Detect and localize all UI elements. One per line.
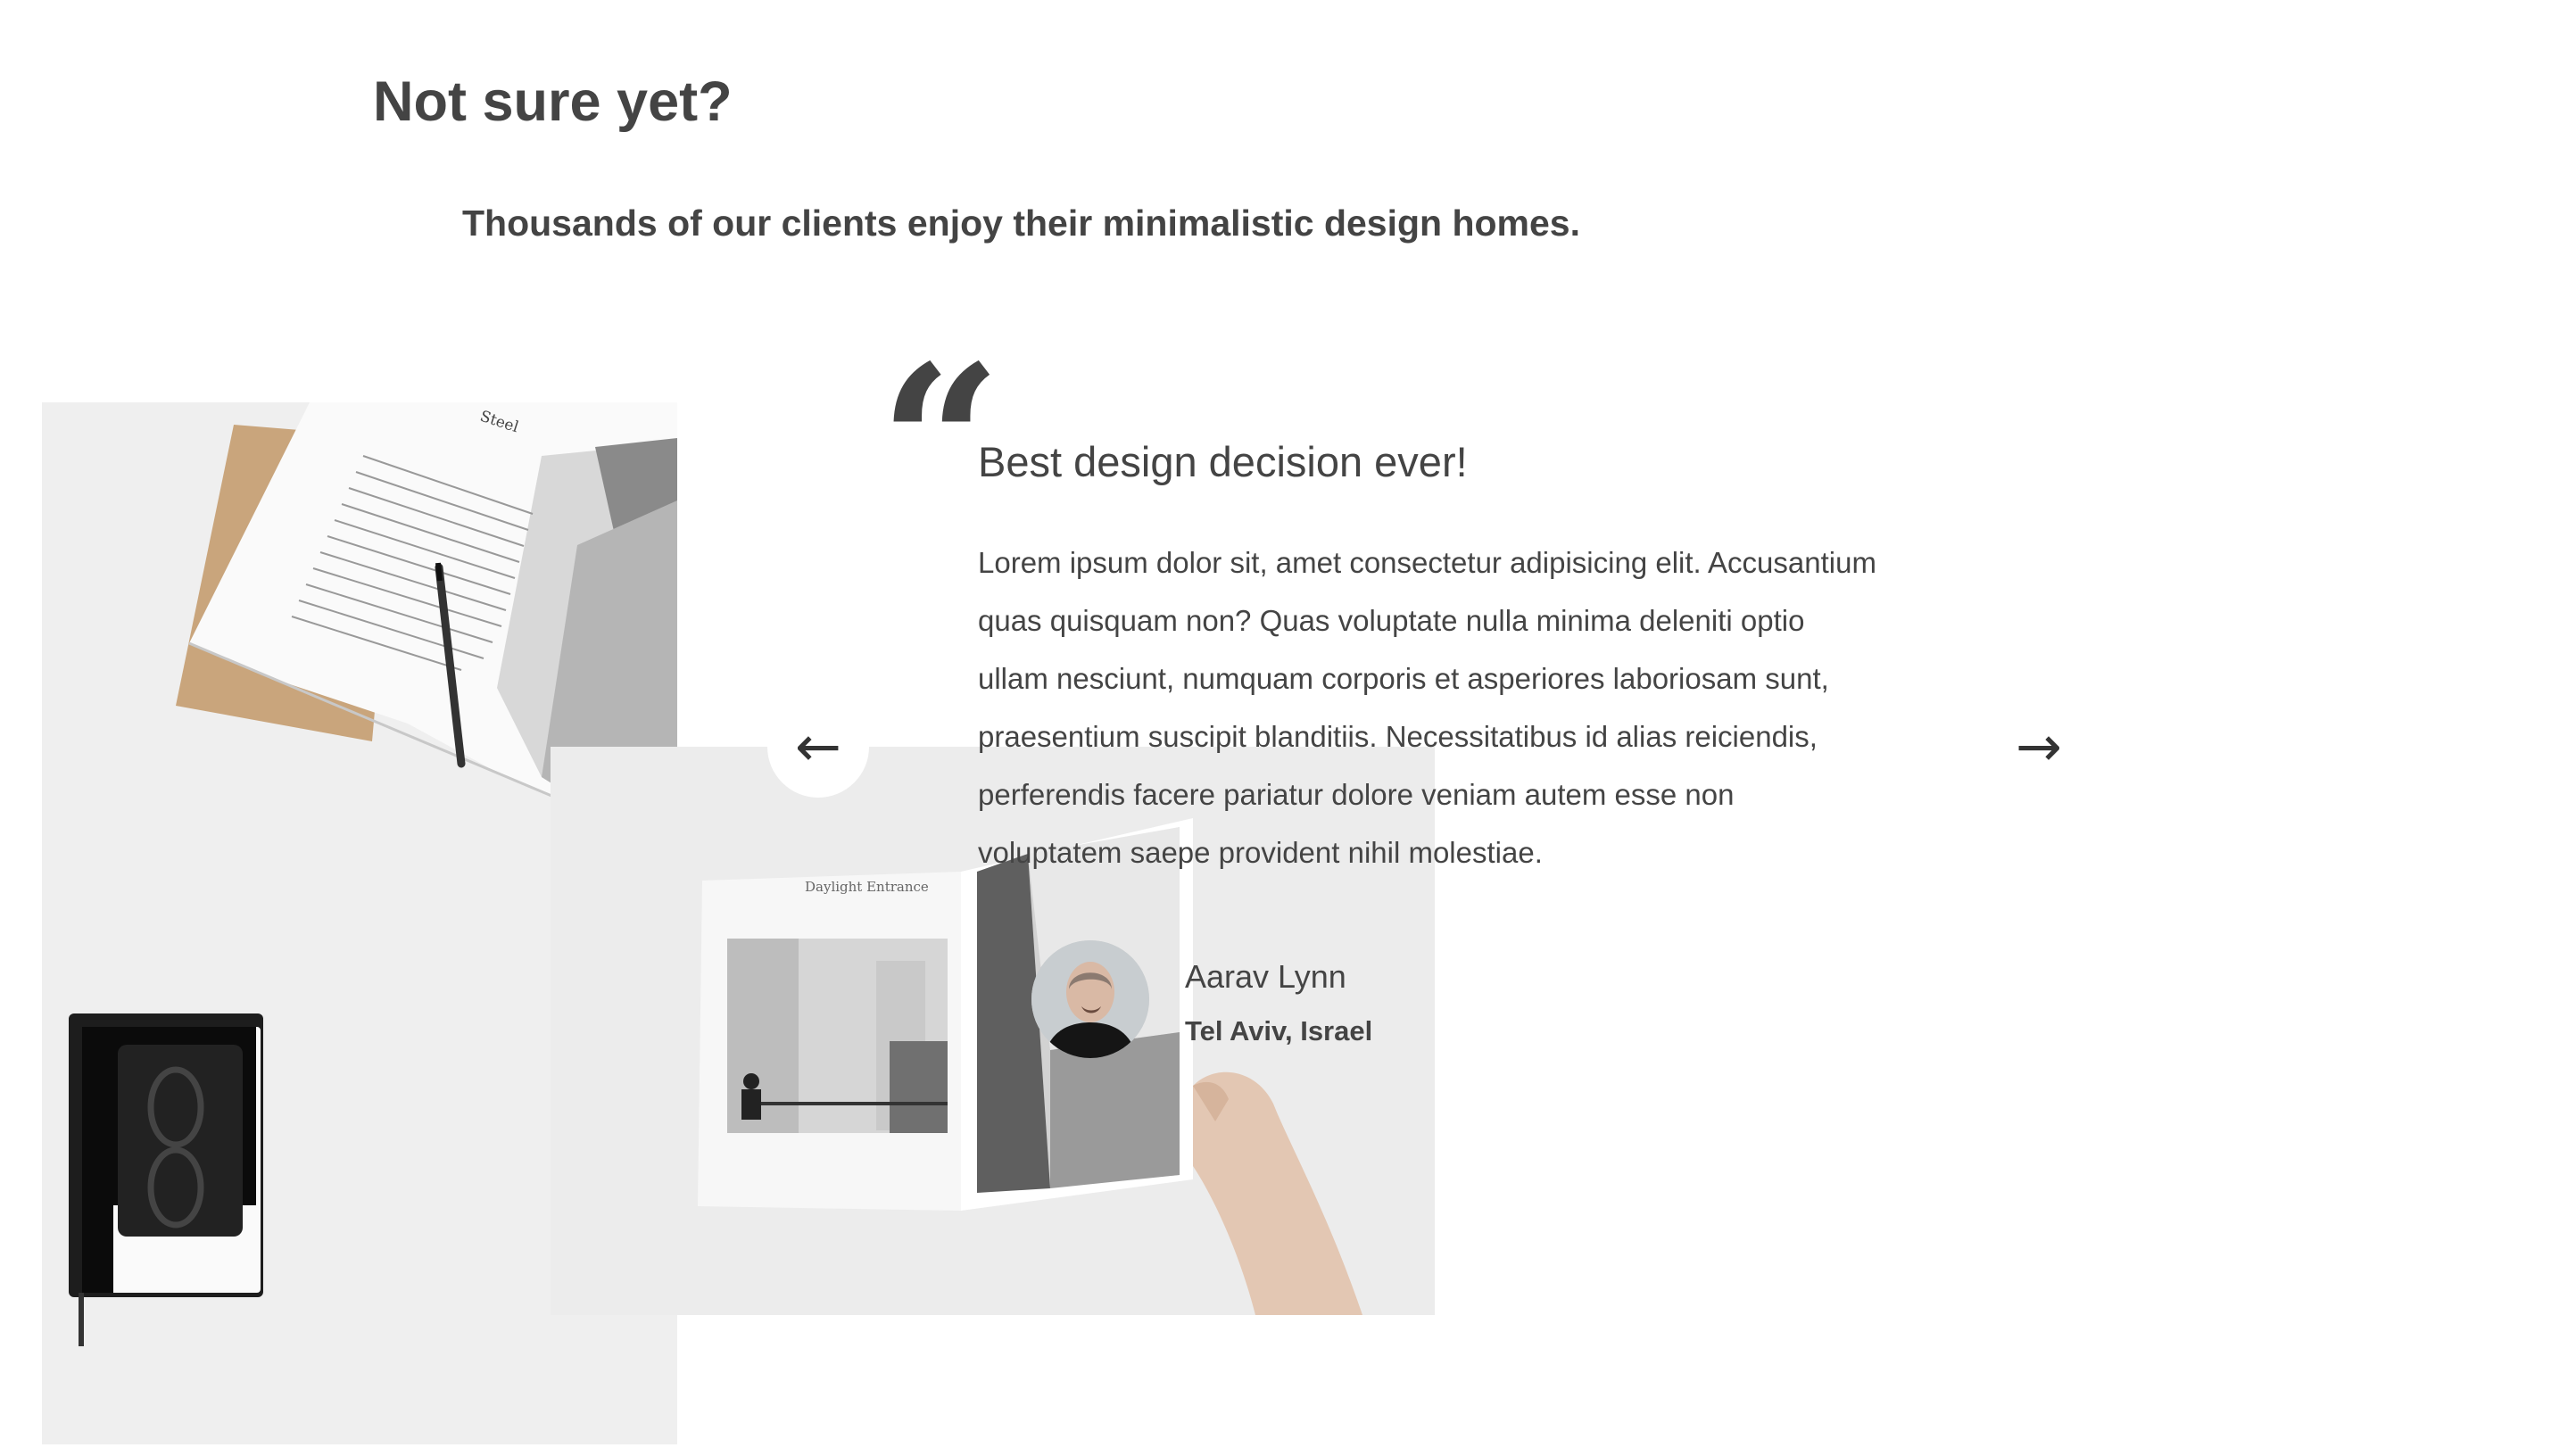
- arrow-left-icon: ←: [795, 714, 841, 779]
- arrow-right-icon: →: [2016, 714, 2062, 779]
- section-title: Not sure yet?: [373, 70, 733, 133]
- previous-testimonial-button[interactable]: ←: [767, 696, 869, 798]
- section-subtitle: Thousands of our clients enjoy their min…: [462, 203, 1581, 244]
- testimonial-body: Lorem ipsum dolor sit, amet consectetur …: [978, 546, 1876, 869]
- author-name: Aarav Lynn: [1185, 958, 1346, 995]
- author-location: Tel Aviv, Israel: [1185, 1015, 1373, 1046]
- testimonial-heading: Best design decision ever!: [978, 438, 1468, 485]
- author-avatar: [1031, 940, 1149, 1058]
- daylight-entrance-title: Daylight Entrance: [805, 879, 929, 895]
- next-testimonial-button[interactable]: →: [1988, 696, 2090, 798]
